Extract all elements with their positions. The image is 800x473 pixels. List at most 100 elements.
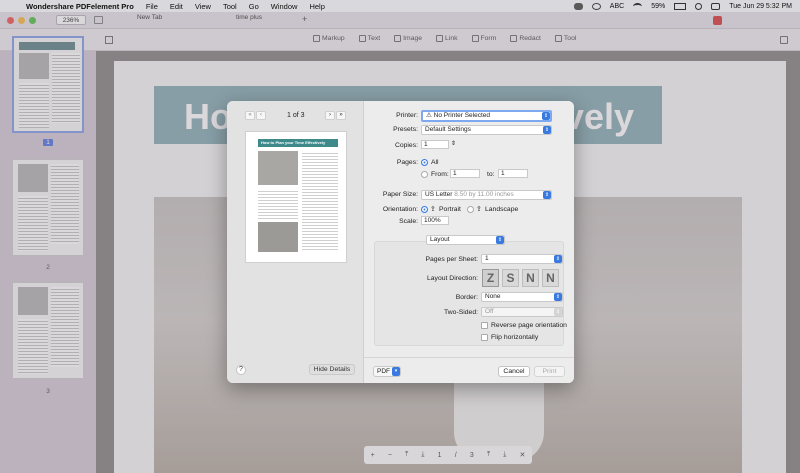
copies-stepper[interactable]: ⇕ bbox=[451, 140, 456, 147]
print-settings-pane: Printer: ⚠ No Printer Selected ⇕ Presets… bbox=[364, 101, 574, 383]
portrait-radio[interactable] bbox=[421, 206, 428, 213]
input-source-indicator[interactable]: ABC bbox=[610, 3, 624, 10]
from-field[interactable]: 1 bbox=[450, 169, 480, 178]
portrait-icon: ⇪ bbox=[430, 206, 436, 213]
two-sided-select[interactable]: Off ⇕ bbox=[481, 307, 563, 317]
zoom-in-button[interactable]: + bbox=[371, 452, 375, 459]
preview-image bbox=[258, 222, 298, 252]
menu-app-name[interactable]: Wondershare PDFelement Pro bbox=[26, 2, 134, 11]
copies-field[interactable]: 1 bbox=[421, 140, 449, 149]
print-button[interactable]: Print bbox=[534, 366, 565, 377]
direction-n-button[interactable]: N bbox=[522, 269, 539, 287]
first-page-icon[interactable]: ⤒ bbox=[405, 451, 408, 459]
zoom-out-button[interactable]: − bbox=[388, 452, 392, 459]
two-sided-label: Two-Sided: bbox=[443, 309, 478, 316]
border-select[interactable]: None ⇕ bbox=[481, 292, 563, 302]
chevron-down-icon: ▾ bbox=[392, 367, 400, 376]
printer-label: Printer: bbox=[396, 112, 418, 119]
presets-value: Default Settings bbox=[425, 126, 471, 133]
preview-back-buttons: « ‹ bbox=[245, 111, 266, 120]
direction-n-reverse-button[interactable]: N bbox=[542, 269, 559, 287]
menu-tool[interactable]: Tool bbox=[223, 2, 237, 11]
pdf-menu-button[interactable]: PDF ▾ bbox=[373, 366, 401, 377]
menu-window[interactable]: Window bbox=[271, 2, 298, 11]
presets-label: Presets: bbox=[393, 126, 418, 133]
copies-label: Copies: bbox=[394, 142, 418, 149]
next-page-icon[interactable]: ⤒ bbox=[487, 451, 490, 459]
landscape-label: Landscape bbox=[485, 206, 519, 213]
pages-per-sheet-label: Pages per Sheet: bbox=[425, 256, 478, 263]
pages-all-radio[interactable] bbox=[421, 159, 428, 166]
wifi-icon[interactable] bbox=[633, 2, 643, 10]
hide-details-button[interactable]: Hide Details bbox=[309, 364, 355, 375]
print-preview-pane: « ‹ 1 of 3 › » How to Plan your Time Eff… bbox=[227, 101, 364, 383]
presets-select[interactable]: Default Settings ⇕ bbox=[421, 125, 552, 135]
preview-title: How to Plan your Time Effectively bbox=[258, 139, 338, 147]
chevron-updown-icon: ⇕ bbox=[542, 112, 550, 120]
menu-edit[interactable]: Edit bbox=[170, 2, 183, 11]
chevron-updown-icon: ⇕ bbox=[543, 126, 551, 134]
search-icon[interactable] bbox=[695, 2, 703, 10]
last-preview-page-button[interactable]: » bbox=[336, 111, 346, 120]
flip-horizontally-checkbox[interactable] bbox=[481, 334, 488, 341]
direction-z-button[interactable]: Z bbox=[482, 269, 499, 287]
preview-page-counter: 1 of 3 bbox=[287, 112, 305, 119]
printer-value: No Printer Selected bbox=[433, 112, 491, 119]
print-preview-page: How to Plan your Time Effectively bbox=[245, 131, 347, 263]
chevron-updown-icon: ⇕ bbox=[554, 293, 562, 301]
reverse-orientation-checkbox[interactable] bbox=[481, 322, 488, 329]
paper-dimensions: 8.50 by 11.00 inches bbox=[454, 191, 514, 198]
preview-text bbox=[302, 151, 338, 251]
pages-to-label: to: bbox=[487, 171, 495, 178]
reverse-orientation-label: Reverse page orientation bbox=[491, 322, 567, 329]
menu-view[interactable]: View bbox=[195, 2, 211, 11]
chevron-updown-icon: ⇕ bbox=[543, 191, 551, 199]
wechat-icon[interactable] bbox=[573, 2, 583, 10]
printer-select[interactable]: ⚠ No Printer Selected ⇕ bbox=[421, 110, 552, 122]
pages-per-sheet-value: 1 bbox=[485, 255, 489, 262]
to-field[interactable]: 1 bbox=[498, 169, 528, 178]
section-value: Layout bbox=[430, 236, 450, 243]
two-sided-value: Off bbox=[485, 308, 494, 315]
close-navigator-button[interactable]: ✕ bbox=[520, 451, 526, 459]
pages-range-radio[interactable] bbox=[421, 171, 428, 178]
border-value: None bbox=[485, 293, 501, 300]
layout-direction-label: Layout Direction: bbox=[426, 275, 478, 282]
menu-bar: Wondershare PDFelement Pro File Edit Vie… bbox=[0, 0, 800, 12]
cancel-button[interactable]: Cancel bbox=[498, 366, 530, 377]
control-center-icon[interactable] bbox=[711, 2, 721, 10]
prev-page-icon[interactable]: ⤓ bbox=[421, 451, 424, 459]
landscape-radio[interactable] bbox=[467, 206, 474, 213]
menu-file[interactable]: File bbox=[146, 2, 158, 11]
section-select[interactable]: Layout ⇕ bbox=[426, 235, 505, 245]
sync-icon[interactable] bbox=[591, 2, 601, 10]
next-preview-page-button[interactable]: › bbox=[325, 111, 335, 120]
print-dialog-footer: PDF ▾ Cancel Print bbox=[364, 357, 574, 383]
chevron-updown-icon: ⇕ bbox=[554, 255, 562, 263]
preview-image bbox=[258, 151, 298, 185]
paper-size-value: US Letter bbox=[425, 191, 453, 198]
page-navigator: + − ⤒ ⤓ 1 / 3 ⤒ ⤓ ✕ bbox=[364, 446, 532, 464]
direction-s-button[interactable]: S bbox=[502, 269, 519, 287]
pages-from-label: From: bbox=[431, 171, 449, 178]
paper-size-select[interactable]: US Letter 8.50 by 11.00 inches ⇕ bbox=[421, 190, 552, 200]
pdf-label: PDF bbox=[377, 368, 390, 375]
menu-clock[interactable]: Tue Jun 29 5:32 PM bbox=[729, 3, 792, 10]
pages-per-sheet-select[interactable]: 1 ⇕ bbox=[481, 254, 563, 264]
battery-percent[interactable]: 59% bbox=[651, 3, 665, 10]
first-preview-page-button[interactable]: « bbox=[245, 111, 255, 120]
total-pages: 3 bbox=[469, 451, 474, 459]
menu-help[interactable]: Help bbox=[309, 2, 324, 11]
menu-go[interactable]: Go bbox=[249, 2, 259, 11]
preview-forward-buttons: › » bbox=[325, 111, 346, 120]
page-separator: / bbox=[454, 451, 457, 459]
portrait-label: Portrait bbox=[439, 206, 461, 213]
current-page[interactable]: 1 bbox=[438, 452, 442, 459]
chevron-updown-icon: ⇕ bbox=[554, 308, 562, 316]
orientation-label: Orientation: bbox=[382, 206, 418, 213]
scale-field[interactable]: 100% bbox=[421, 216, 449, 225]
help-button[interactable]: ? bbox=[236, 365, 246, 375]
last-page-icon[interactable]: ⤓ bbox=[503, 451, 506, 459]
chevron-updown-icon: ⇕ bbox=[496, 236, 504, 244]
prev-preview-page-button[interactable]: ‹ bbox=[256, 111, 266, 120]
